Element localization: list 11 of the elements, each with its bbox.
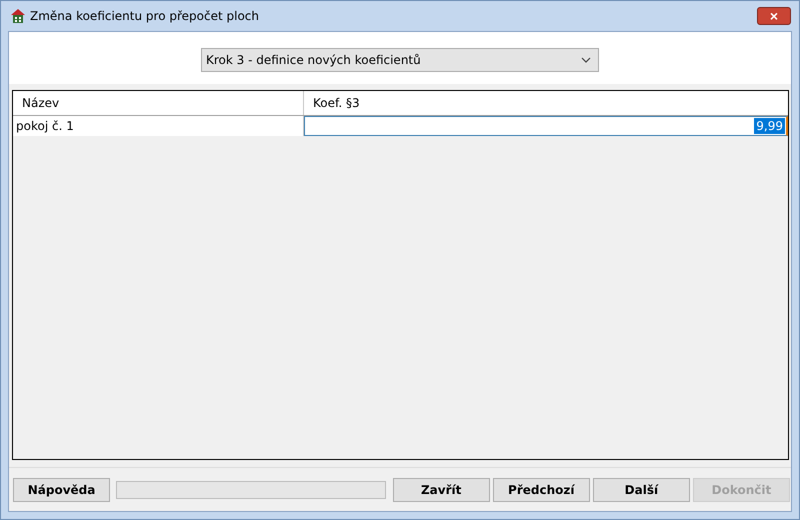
dialog-button[interactable]: Nápověda [13, 478, 110, 502]
step-dropdown[interactable]: Krok 3 - definice nových koeficientů [201, 48, 599, 72]
window-title: Změna koeficientu pro přepočet ploch [30, 9, 260, 23]
dialog-button[interactable]: Další [592, 478, 690, 502]
chevron-icon [581, 57, 591, 63]
dialog-button[interactable]: Zavřít [392, 478, 490, 502]
close-button[interactable]: × [757, 7, 791, 25]
table-cell: pokoj č. 1 [13, 116, 304, 136]
house-icon [10, 8, 26, 24]
value-input[interactable]: 9,99 [304, 116, 788, 136]
dialog-button[interactable]: Předchozí [492, 478, 590, 502]
